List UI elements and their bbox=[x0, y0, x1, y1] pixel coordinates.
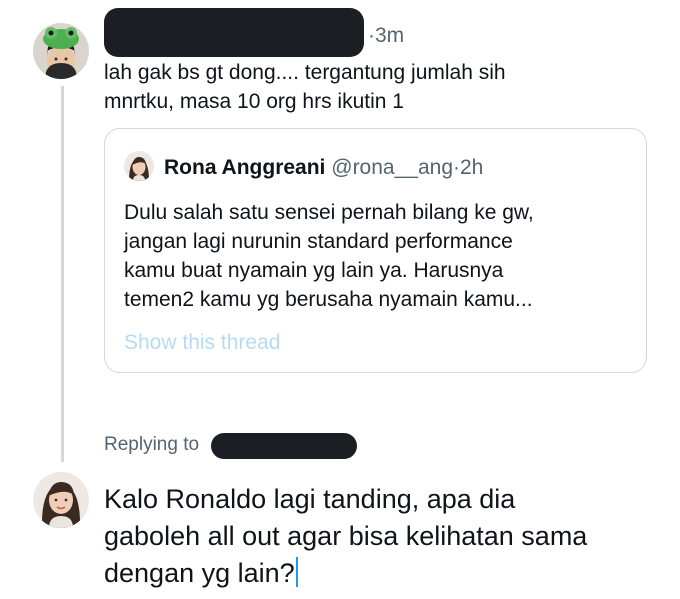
quoted-tweet-text: Dulu salah satu sensei pernah bilang ke … bbox=[124, 198, 624, 314]
reply-line-3-container: dengan yg lain? bbox=[104, 555, 664, 592]
avatar-image bbox=[33, 472, 89, 528]
reply-compose-text[interactable]: Kalo Ronaldo lagi tanding, apa dia gabol… bbox=[104, 481, 664, 592]
quoted-line-1: Dulu salah satu sensei pernah bilang ke … bbox=[124, 201, 534, 224]
reply-author-avatar[interactable] bbox=[33, 472, 89, 528]
parent-tweet-meta[interactable]: ·3m bbox=[368, 24, 404, 48]
quoted-line-3: kamu buat nyamain yg lain ya. Harusnya bbox=[124, 259, 504, 282]
parent-tweet-line-1: lah gak bs gt dong.... tergantung jumlah… bbox=[104, 61, 506, 84]
quoted-handle[interactable]: @rona__ang bbox=[331, 156, 453, 179]
avatar-image bbox=[124, 151, 154, 181]
thread-connector-line bbox=[61, 86, 64, 462]
avatar-image bbox=[33, 23, 89, 79]
meta-separator: · bbox=[453, 156, 460, 179]
quoted-tweet-header: Rona Anggreani @rona__ang·2h bbox=[164, 156, 483, 180]
quoted-line-2: jangan lagi nurunin standard performance bbox=[124, 230, 513, 253]
text-caret bbox=[295, 557, 298, 587]
meta-separator: · bbox=[368, 24, 375, 47]
reply-line-1: Kalo Ronaldo lagi tanding, apa dia bbox=[104, 484, 516, 514]
parent-tweet-line-2: mnrtku, masa 10 org hrs ikutin 1 bbox=[104, 90, 404, 113]
redacted-author-name bbox=[104, 8, 364, 57]
quoted-author-avatar bbox=[124, 151, 154, 181]
reply-line-3: dengan yg lain? bbox=[104, 558, 295, 588]
parent-tweet-time[interactable]: 3m bbox=[375, 24, 404, 47]
quoted-tweet-time[interactable]: 2h bbox=[460, 156, 483, 179]
reply-line-2: gaboleh all out agar bisa kelihatan sama bbox=[104, 521, 588, 551]
show-this-thread-link[interactable]: Show this thread bbox=[124, 331, 280, 355]
quoted-line-4: temen2 kamu yg berusaha nyamain kamu... bbox=[124, 288, 533, 311]
redacted-reply-target[interactable] bbox=[211, 433, 357, 459]
parent-tweet-text: lah gak bs gt dong.... tergantung jumlah… bbox=[104, 58, 506, 116]
replying-to-label: Replying to bbox=[104, 434, 200, 455]
quoted-display-name[interactable]: Rona Anggreani bbox=[164, 156, 325, 179]
parent-author-avatar[interactable] bbox=[33, 23, 89, 79]
